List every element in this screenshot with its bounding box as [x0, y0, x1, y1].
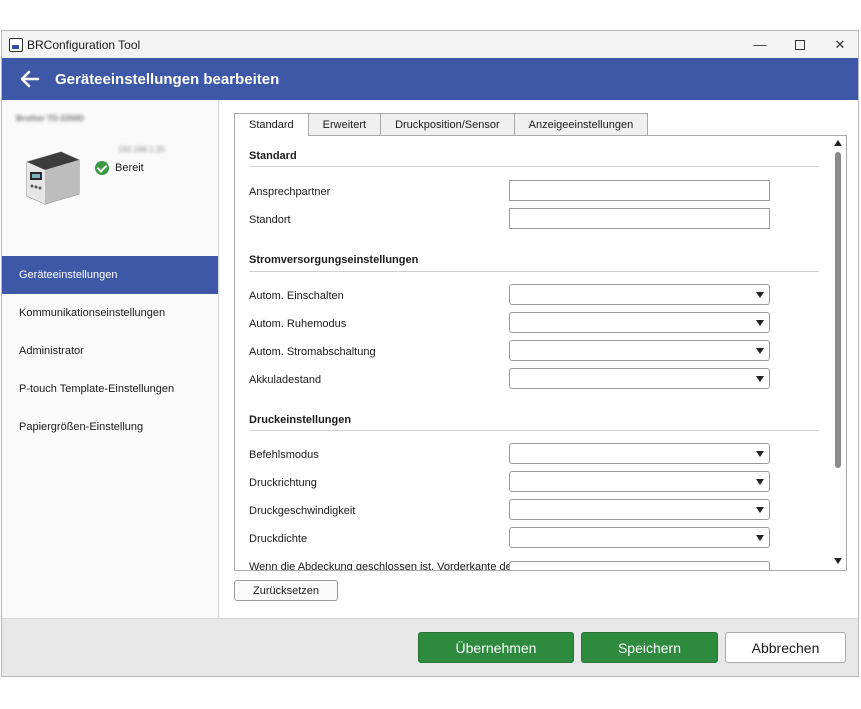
auto-power-on-label: Autom. Einschalten: [249, 290, 344, 302]
back-arrow-icon: [20, 70, 40, 88]
auto-sleep-select[interactable]: [509, 312, 770, 333]
divider: [249, 271, 819, 272]
sidebar-item-administrator[interactable]: Administrator: [2, 332, 218, 370]
settings-scroll-area: Standard Ansprechpartner Standort Stromv…: [235, 136, 831, 570]
window-title: BRConfiguration Tool: [27, 37, 141, 52]
title-bar: BRConfiguration Tool — ✕: [2, 31, 858, 58]
battery-level-label: Akkuladestand: [249, 374, 322, 386]
status-indicator: Bereit: [95, 161, 144, 175]
auto-power-off-select[interactable]: [509, 340, 770, 361]
device-ip: 192.168.1.20: [118, 145, 165, 154]
print-speed-label: Druckgeschwindigkeit: [249, 505, 356, 517]
cancel-button[interactable]: Abbrechen: [725, 632, 846, 663]
chevron-down-icon: [756, 292, 764, 298]
main-content: Standard Erweitert Druckposition/Sensor …: [220, 100, 858, 618]
section-title-power: Stromversorgungseinstellungen: [249, 254, 419, 266]
divider: [249, 166, 819, 167]
auto-power-off-label: Autom. Stromabschaltung: [249, 346, 376, 358]
printer-image: [26, 151, 80, 205]
chevron-down-icon: [756, 479, 764, 485]
close-icon: ✕: [834, 36, 846, 52]
app-icon: [9, 37, 23, 52]
tab-standard[interactable]: Standard: [234, 113, 309, 136]
section-title-standard: Standard: [249, 150, 297, 162]
chevron-down-icon: [756, 376, 764, 382]
print-density-select[interactable]: [509, 527, 770, 548]
status-text: Bereit: [115, 162, 144, 174]
auto-sleep-label: Autom. Ruhemodus: [249, 318, 347, 330]
vertical-scrollbar[interactable]: [830, 136, 846, 570]
check-circle-icon: [95, 161, 109, 175]
battery-level-select[interactable]: [509, 368, 770, 389]
tab-bar: Standard Erweitert Druckposition/Sensor …: [234, 113, 649, 136]
page-header: Geräteeinstellungen bearbeiten: [2, 58, 858, 100]
chevron-down-icon: [756, 320, 764, 326]
location-label: Standort: [249, 214, 291, 226]
contact-label: Ansprechpartner: [249, 186, 331, 198]
chevron-down-icon: [756, 507, 764, 513]
sidebar-item-communication-settings[interactable]: Kommunikationseinstellungen: [2, 294, 218, 332]
chevron-down-icon: [756, 348, 764, 354]
back-button[interactable]: [19, 68, 41, 90]
chevron-down-icon: [756, 535, 764, 541]
minimize-icon: —: [753, 37, 767, 52]
cover-closed-select[interactable]: [509, 561, 770, 570]
app-window: BRConfiguration Tool — ✕ Geräteeinstellu…: [1, 30, 859, 677]
tab-display-settings[interactable]: Anzeigeeinstellungen: [513, 113, 649, 135]
location-input[interactable]: [509, 208, 770, 229]
sidebar-item-device-settings[interactable]: Geräteeinstellungen: [2, 256, 218, 294]
chevron-down-icon: [756, 451, 764, 457]
close-button[interactable]: ✕: [820, 31, 858, 58]
command-mode-select[interactable]: [509, 443, 770, 464]
sidebar-nav: Geräteeinstellungen Kommunikationseinste…: [2, 256, 218, 446]
print-direction-select[interactable]: [509, 471, 770, 492]
page-title: Geräteeinstellungen bearbeiten: [55, 70, 280, 88]
auto-power-on-select[interactable]: [509, 284, 770, 305]
sidebar: Brother TD-2350D 192.168.1.20 Bereit Ger…: [2, 100, 219, 618]
device-name: Brother TD-2350D: [16, 114, 85, 123]
section-title-print: Druckeinstellungen: [249, 414, 352, 426]
print-direction-label: Druckrichtung: [249, 477, 317, 489]
sidebar-item-ptouch-template[interactable]: P-touch Template-Einstellungen: [2, 370, 218, 408]
print-speed-select[interactable]: [509, 499, 770, 520]
tab-advanced[interactable]: Erweitert: [307, 113, 382, 135]
print-density-label: Druckdichte: [249, 533, 308, 545]
scrollbar-thumb[interactable]: [835, 152, 841, 468]
save-button[interactable]: Speichern: [581, 632, 718, 663]
minimize-button[interactable]: —: [740, 31, 780, 58]
maximize-button[interactable]: [780, 31, 820, 58]
footer-bar: Übernehmen Speichern Abbrechen: [2, 618, 858, 676]
contact-input[interactable]: [509, 180, 770, 201]
scroll-down-icon[interactable]: [834, 558, 842, 564]
apply-button[interactable]: Übernehmen: [418, 632, 574, 663]
maximize-icon: [795, 39, 805, 50]
divider: [249, 430, 819, 431]
settings-panel: Standard Ansprechpartner Standort Stromv…: [234, 135, 847, 571]
sidebar-item-paper-size[interactable]: Papiergrößen-Einstellung: [2, 408, 218, 446]
tab-print-position-sensor[interactable]: Druckposition/Sensor: [380, 113, 515, 135]
scroll-up-icon[interactable]: [834, 140, 842, 146]
command-mode-label: Befehlsmodus: [249, 449, 319, 461]
cover-closed-label: Wenn die Abdeckung geschlossen ist, Vord…: [249, 561, 518, 570]
reset-button[interactable]: Zurücksetzen: [234, 580, 338, 601]
